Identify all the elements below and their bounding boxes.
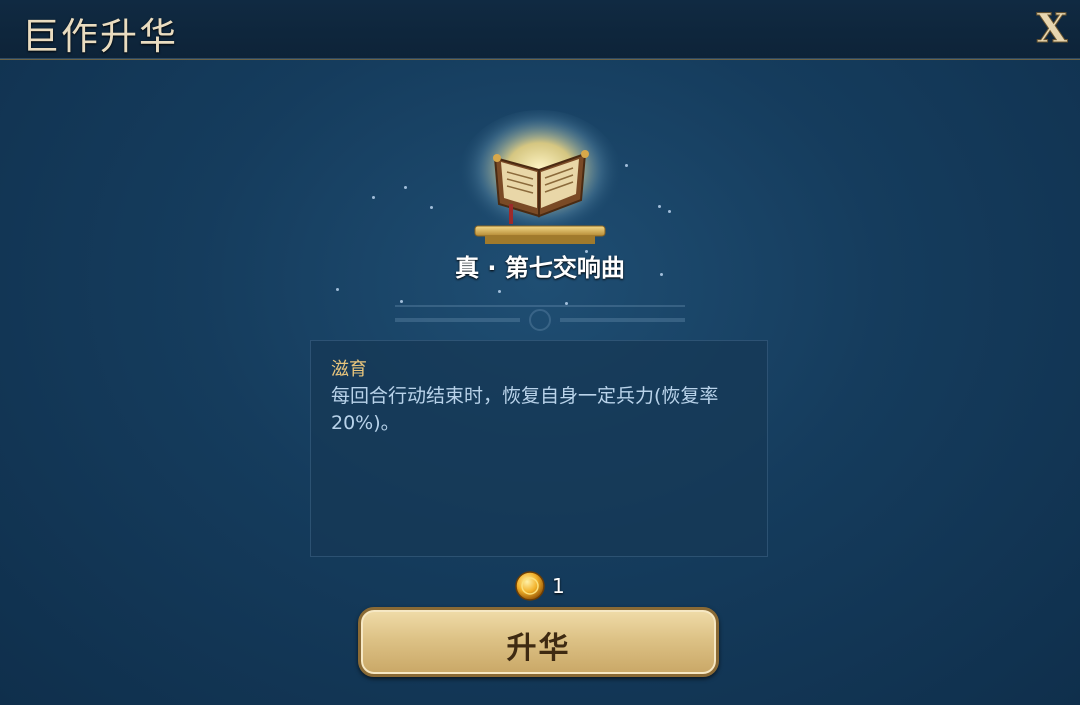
item-artwork: [455, 108, 625, 248]
sparkle-decoration: [498, 290, 501, 293]
close-button[interactable]: X: [1028, 4, 1076, 53]
skill-name: 滋育: [331, 359, 367, 380]
gold-coin-icon: [515, 571, 545, 601]
sparkle-decoration: [372, 196, 375, 199]
upgrade-cost: 1: [514, 570, 584, 604]
sparkle-decoration: [668, 210, 671, 213]
sparkle-decoration: [404, 186, 407, 189]
skill-description: 每回合行动结束时，恢复自身一定兵力(恢复率20%)。: [331, 385, 719, 434]
page-title: 巨作升华: [22, 15, 178, 58]
upgrade-button[interactable]: 升华: [358, 607, 719, 677]
header-bar: 巨作升华 X: [0, 0, 1080, 60]
sparkle-decoration: [430, 206, 433, 209]
open-book-icon: [458, 110, 622, 244]
header-divider: [0, 58, 1080, 59]
skill-description-panel: 滋育 每回合行动结束时，恢复自身一定兵力(恢复率20%)。: [310, 340, 768, 557]
cost-value: 1: [552, 574, 565, 598]
close-icon: X: [1036, 5, 1068, 53]
svg-text:X: X: [1036, 5, 1067, 52]
item-name: 真 · 第七交响曲: [455, 254, 625, 282]
sparkle-decoration: [625, 164, 628, 167]
upgrade-button-label: 升华: [506, 631, 571, 666]
sparkle-decoration: [658, 205, 661, 208]
ornament-decoration: [395, 305, 685, 331]
sparkle-decoration: [336, 288, 339, 291]
